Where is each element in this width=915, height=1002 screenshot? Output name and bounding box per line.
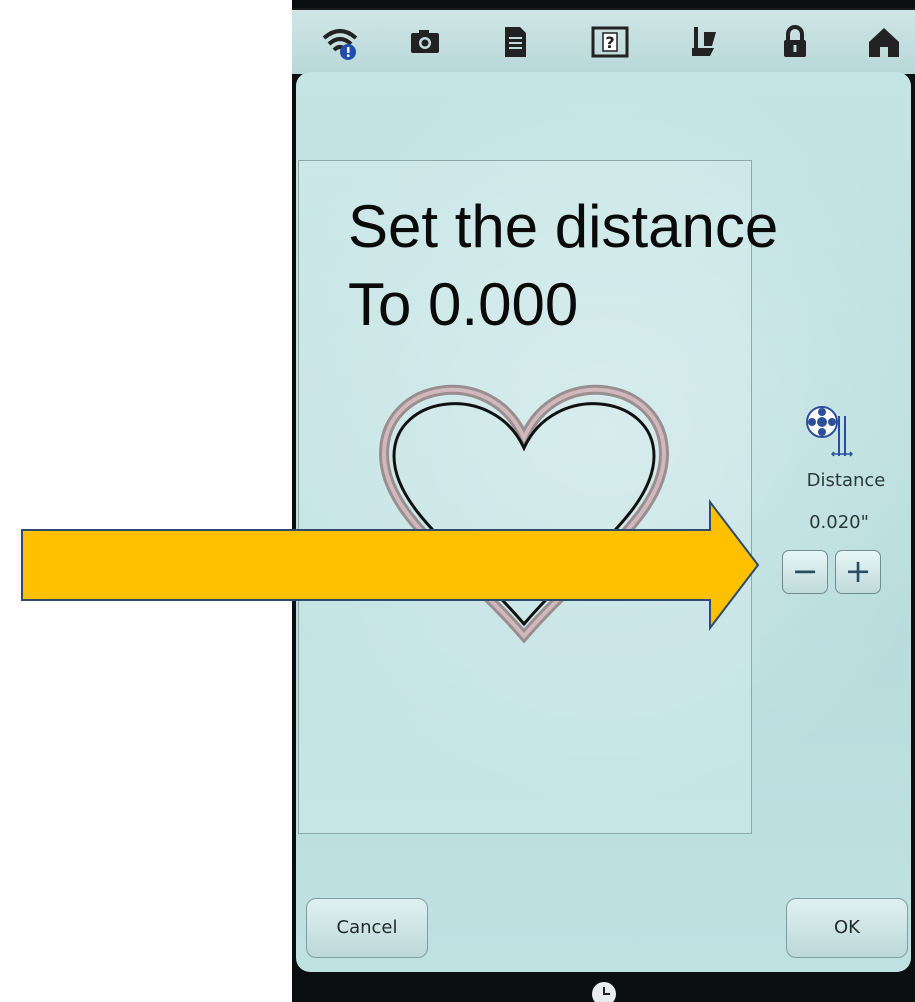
clock-icon [592, 982, 616, 1002]
help-icon[interactable]: ? [590, 22, 630, 62]
distance-plus-button[interactable]: + [835, 550, 881, 594]
cancel-button[interactable]: Cancel [306, 898, 428, 958]
pointer-arrow [21, 499, 760, 631]
wifi-warning-icon[interactable] [320, 22, 360, 62]
distance-value: 0.020" [809, 512, 869, 533]
instruction-annotation: Set the distance To 0.000 [348, 193, 779, 338]
status-bar: ? [292, 8, 915, 74]
document-icon[interactable] [495, 22, 535, 62]
presser-foot-icon[interactable] [684, 22, 724, 62]
distance-label: Distance [806, 470, 886, 491]
distance-minus-button[interactable]: − [782, 550, 828, 594]
pointer-arrow-shape [21, 499, 760, 631]
camera-icon[interactable] [405, 22, 445, 62]
svg-text:?: ? [605, 33, 614, 52]
ok-button[interactable]: OK [786, 898, 908, 958]
home-icon[interactable] [864, 22, 904, 62]
distance-setting-icon [806, 406, 854, 457]
lock-icon[interactable] [775, 22, 815, 62]
